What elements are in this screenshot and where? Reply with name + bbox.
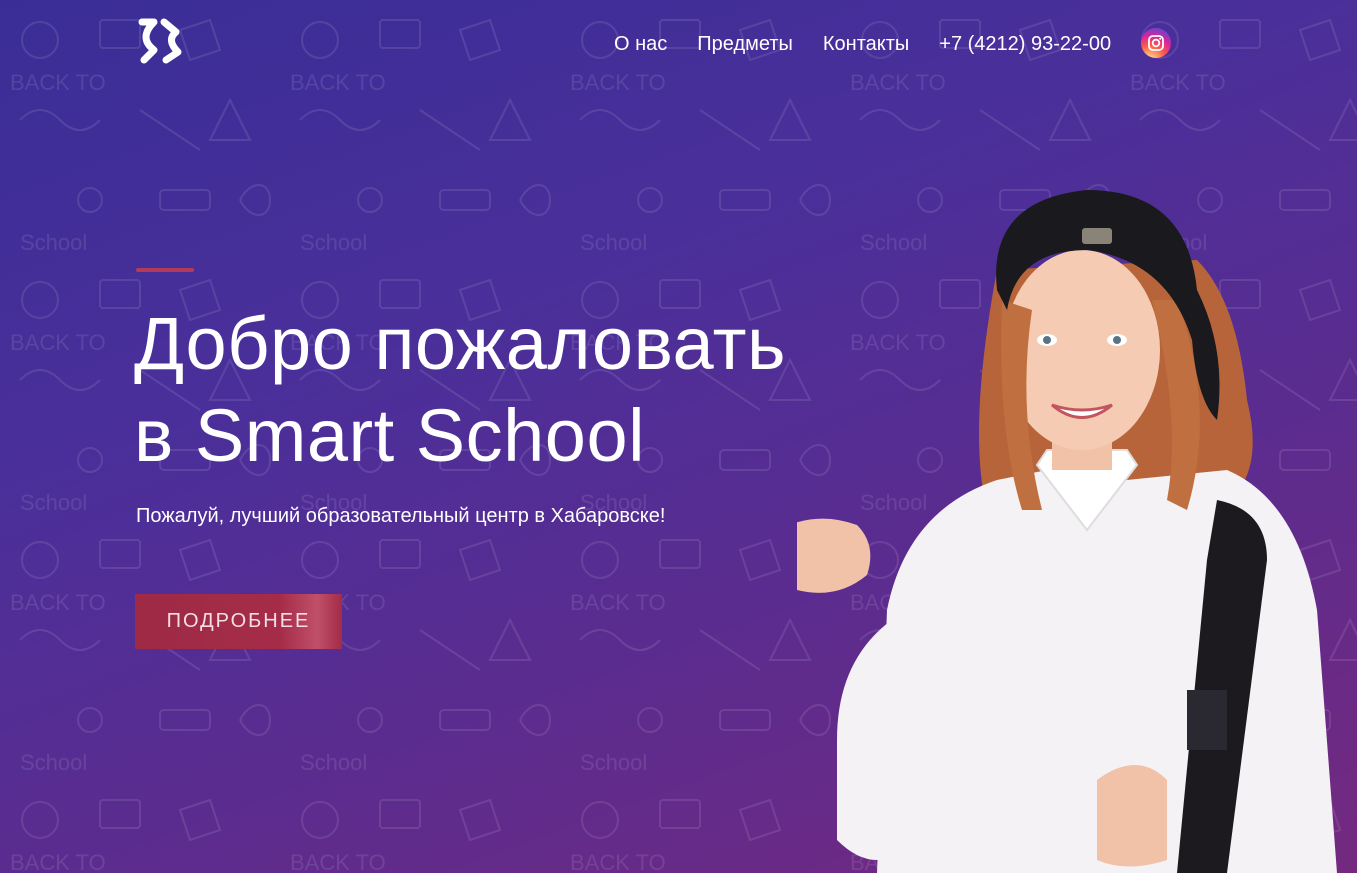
- more-button[interactable]: ПОДРОБНЕЕ: [135, 594, 342, 649]
- nav-subjects[interactable]: Предметы: [697, 31, 793, 57]
- hero-subtitle: Пожалуй, лучший образовательный центр в …: [136, 505, 666, 527]
- student-photo: [797, 190, 1337, 873]
- main-nav: О нас Предметы Контакты +7 (4212) 93-22-…: [614, 28, 1172, 58]
- hero-title-line1: Добро пожаловать: [134, 302, 787, 385]
- instagram-icon[interactable]: [1141, 28, 1172, 58]
- title-accent-line: [136, 268, 194, 272]
- nav-contacts[interactable]: Контакты: [823, 31, 909, 57]
- hero-title: Добро пожаловать в Smart School: [134, 298, 786, 482]
- nav-about[interactable]: О нас: [614, 31, 667, 57]
- phone-link[interactable]: +7 (4212) 93-22-00: [939, 31, 1111, 57]
- hero-title-line2: в Smart School: [134, 394, 646, 477]
- brand-logo[interactable]: [136, 16, 184, 66]
